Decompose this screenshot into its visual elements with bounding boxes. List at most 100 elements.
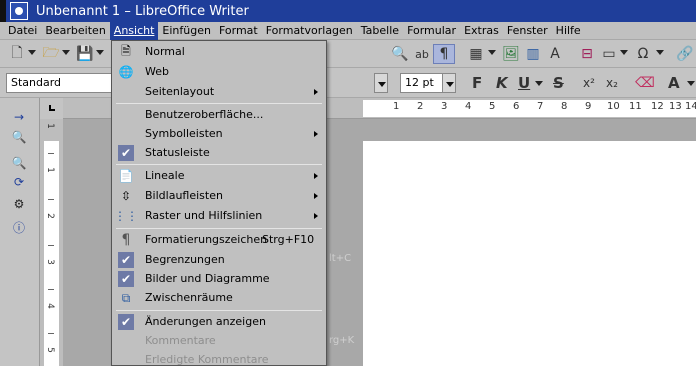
refresh-icon[interactable]: ⟳ bbox=[10, 173, 28, 191]
ruler-number: 4 bbox=[465, 101, 472, 112]
ruler-number: 12 bbox=[651, 101, 664, 112]
bold-button[interactable]: F bbox=[472, 74, 482, 92]
insert-field-icon[interactable]: ▭ bbox=[598, 44, 620, 64]
ruler-tick bbox=[48, 333, 54, 334]
menu-item-whitespace[interactable]: ⧉ Zwischenräume bbox=[112, 289, 326, 308]
menu-item-grid[interactable]: ⋮⋮ Raster und Hilfslinien bbox=[112, 207, 326, 226]
font-color-dropdown-icon[interactable] bbox=[687, 81, 695, 86]
checkmark-icon: ✔ bbox=[118, 145, 134, 161]
window-menu-button[interactable] bbox=[10, 2, 28, 20]
find-icon[interactable]: 🔍 bbox=[10, 128, 28, 146]
submenu-arrow-icon bbox=[314, 89, 318, 95]
menu-hilfe[interactable]: Hilfe bbox=[552, 22, 585, 40]
menu-item-label: Normal bbox=[145, 45, 185, 58]
menu-datei[interactable]: Datei bbox=[4, 22, 41, 40]
special-char-dropdown-icon[interactable] bbox=[656, 50, 664, 55]
menu-item-label: Änderungen anzeigen bbox=[145, 315, 266, 328]
menu-item-label: Symbolleisten bbox=[145, 127, 223, 140]
ruler-tick bbox=[48, 289, 54, 290]
menu-item-formatting-marks[interactable]: ¶ Formatierungszeichen Strg+F10 bbox=[112, 231, 326, 250]
page-break-icon[interactable]: ⊟ bbox=[576, 44, 598, 64]
menu-item-normal[interactable]: 🗎 Normal bbox=[112, 43, 326, 62]
ruler-tick bbox=[48, 245, 54, 246]
tab-stop-icon[interactable] bbox=[49, 105, 55, 111]
font-size-dropdown-icon[interactable] bbox=[442, 73, 456, 93]
special-character-icon[interactable]: Ω bbox=[632, 44, 654, 64]
field-dropdown-icon[interactable] bbox=[620, 50, 628, 55]
document-page[interactable] bbox=[363, 141, 696, 366]
pilcrow-icon: ¶ bbox=[121, 232, 131, 248]
left-sidebar: → 🔍 🔍 ⟳ ⚙ ⓘ bbox=[0, 98, 40, 366]
whitespace-icon: ⧉ bbox=[121, 290, 131, 305]
settings-gear-icon[interactable]: ⚙ bbox=[10, 195, 28, 213]
font-name-dropdown-icon[interactable] bbox=[374, 73, 388, 93]
formatting-marks-icon[interactable]: ¶ bbox=[433, 44, 455, 64]
font-color-icon[interactable]: A bbox=[668, 74, 680, 92]
strikethrough-button[interactable]: S bbox=[553, 74, 564, 92]
ruler-page-area bbox=[363, 100, 696, 117]
superscript-button[interactable]: x² bbox=[583, 76, 595, 90]
menu-item-page-layout[interactable]: Seitenlayout bbox=[112, 83, 326, 102]
ruler-number: 14 bbox=[685, 101, 696, 112]
underline-button[interactable]: U bbox=[518, 74, 530, 92]
underline-dropdown-icon[interactable] bbox=[535, 81, 543, 86]
underlying-shortcut-text: lt+C bbox=[329, 253, 352, 264]
menu-item-web[interactable]: 🌐 Web bbox=[112, 63, 326, 82]
open-folder-icon[interactable]: 🗁 bbox=[40, 44, 62, 64]
clear-formatting-icon[interactable]: ⌫ bbox=[634, 73, 656, 93]
save-dropdown-icon[interactable] bbox=[96, 50, 104, 55]
menu-item-comments: Kommentare bbox=[112, 332, 326, 351]
insert-image-icon[interactable]: 🖼 bbox=[500, 44, 522, 64]
menu-einfuegen[interactable]: Einfügen bbox=[158, 22, 215, 40]
menu-extras[interactable]: Extras bbox=[460, 22, 503, 40]
spellcheck-icon[interactable]: ab bbox=[411, 44, 433, 64]
new-document-icon[interactable]: 🗋 bbox=[6, 44, 28, 64]
menu-item-status-bar[interactable]: ✔ Statusleiste bbox=[112, 144, 326, 163]
ruler-corner bbox=[40, 98, 63, 119]
open-dropdown-icon[interactable] bbox=[62, 50, 70, 55]
table-dropdown-icon[interactable] bbox=[488, 50, 496, 55]
menu-format[interactable]: Format bbox=[215, 22, 262, 40]
menu-item-images-charts[interactable]: ✔ Bilder und Diagramme bbox=[112, 270, 326, 289]
insert-table-icon[interactable]: ▦ bbox=[465, 44, 487, 64]
paragraph-style-combo[interactable]: Standard bbox=[6, 73, 112, 93]
vertical-ruler[interactable]: 1 1 2 3 4 5 bbox=[40, 119, 63, 366]
ruler-icon: 📄 bbox=[118, 169, 134, 183]
menu-ansicht[interactable]: Ansicht bbox=[109, 21, 159, 40]
insert-textbox-icon[interactable]: A bbox=[544, 44, 566, 64]
font-size-combo[interactable]: 12 pt bbox=[400, 73, 444, 93]
new-dropdown-icon[interactable] bbox=[28, 50, 36, 55]
menu-item-track-changes[interactable]: ✔ Änderungen anzeigen bbox=[112, 313, 326, 332]
find-replace-icon[interactable]: 🔍 bbox=[389, 44, 411, 64]
menu-item-boundaries[interactable]: ✔ Begrenzungen bbox=[112, 251, 326, 270]
menu-item-rulers[interactable]: 📄 Lineale bbox=[112, 167, 326, 186]
menu-item-label: Kommentare bbox=[145, 334, 216, 347]
menu-item-label: Web bbox=[145, 65, 169, 78]
scrollbar-icon: ⇳ bbox=[120, 189, 132, 203]
insert-chart-icon[interactable]: ▥ bbox=[522, 44, 544, 64]
menu-item-label: Benutzeroberfläche... bbox=[145, 108, 264, 121]
menu-item-user-interface[interactable]: Benutzeroberfläche... bbox=[112, 106, 326, 125]
menu-formular[interactable]: Formular bbox=[403, 22, 460, 40]
menu-tabelle[interactable]: Tabelle bbox=[357, 22, 403, 40]
menu-formatvorlagen[interactable]: Formatvorlagen bbox=[262, 22, 357, 40]
menu-bearbeiten[interactable]: Bearbeiten bbox=[41, 22, 109, 40]
italic-button[interactable]: K bbox=[496, 74, 508, 92]
save-icon[interactable]: 💾 bbox=[74, 44, 96, 64]
ruler-number: 4 bbox=[44, 303, 55, 309]
info-icon[interactable]: ⓘ bbox=[10, 218, 28, 236]
subscript-button[interactable]: x₂ bbox=[606, 76, 618, 90]
navigate-arrow-icon[interactable]: → bbox=[10, 108, 28, 126]
find-next-icon[interactable]: 🔍 bbox=[10, 154, 28, 172]
menu-item-toolbars[interactable]: Symbolleisten bbox=[112, 125, 326, 144]
hyperlink-icon[interactable]: 🔗 bbox=[674, 44, 696, 64]
menu-item-shortcut: Strg+F10 bbox=[262, 233, 315, 246]
submenu-arrow-icon bbox=[314, 213, 318, 219]
formatting-toolbar: Standard 12 pt F K U S x² x₂ ⌫ A bbox=[0, 68, 696, 98]
ruler-number: 3 bbox=[441, 101, 448, 112]
title-bar: Unbenannt 1 – LibreOffice Writer bbox=[0, 0, 696, 22]
submenu-arrow-icon bbox=[314, 131, 318, 137]
page-normal-icon: 🗎 bbox=[121, 43, 131, 58]
menu-item-scrollbars[interactable]: ⇳ Bildlaufleisten bbox=[112, 187, 326, 206]
menu-fenster[interactable]: Fenster bbox=[503, 22, 552, 40]
